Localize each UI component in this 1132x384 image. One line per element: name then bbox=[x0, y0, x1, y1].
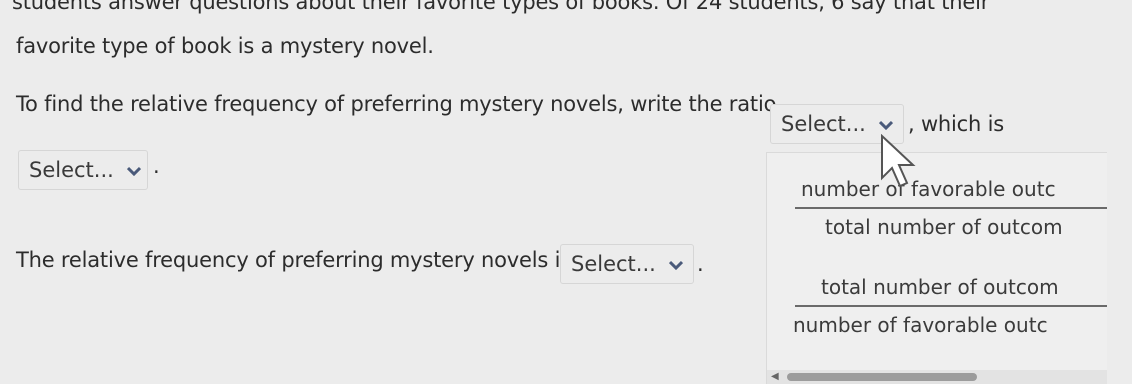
scrollbar-thumb[interactable] bbox=[787, 373, 977, 381]
chevron-down-icon bbox=[878, 120, 893, 130]
question-line-2: favorite type of book is a mystery novel… bbox=[16, 34, 434, 58]
option-1-denominator: total number of outcom bbox=[825, 215, 1063, 239]
option-2-numerator: total number of outcom bbox=[821, 275, 1059, 299]
ratio-select-label: Select... bbox=[781, 112, 866, 136]
fraction-bar bbox=[795, 305, 1107, 307]
scroll-left-arrow-icon[interactable]: ◀ bbox=[771, 371, 779, 382]
value-select-label: Select... bbox=[29, 158, 114, 182]
frequency-select-label: Select... bbox=[571, 252, 656, 276]
dropdown-option-2[interactable]: total number of outcom number of favorab… bbox=[767, 265, 1107, 365]
frequency-select[interactable]: Select... bbox=[560, 244, 694, 284]
mouse-pointer-icon bbox=[881, 134, 916, 188]
question-line-3: To find the relative frequency of prefer… bbox=[16, 92, 777, 116]
value-select[interactable]: Select... bbox=[18, 150, 148, 190]
ratio-dropdown-menu: number of favorable outc total number of… bbox=[766, 152, 1107, 384]
horizontal-scrollbar[interactable]: ◀ bbox=[767, 370, 1107, 384]
period-2: . bbox=[697, 252, 704, 276]
period-1: . bbox=[153, 154, 160, 178]
question-line-1: students answer questions about their fa… bbox=[12, 0, 990, 14]
fraction-bar bbox=[795, 207, 1107, 209]
question-line-4: The relative frequency of preferring mys… bbox=[16, 248, 571, 272]
chevron-down-icon bbox=[126, 166, 141, 176]
chevron-down-icon bbox=[668, 260, 683, 270]
dropdown-option-1[interactable]: number of favorable outc total number of… bbox=[767, 167, 1107, 267]
option-1-numerator: number of favorable outc bbox=[801, 177, 1056, 201]
which-is-text: , which is bbox=[908, 112, 1004, 136]
option-2-denominator: number of favorable outc bbox=[793, 313, 1048, 337]
